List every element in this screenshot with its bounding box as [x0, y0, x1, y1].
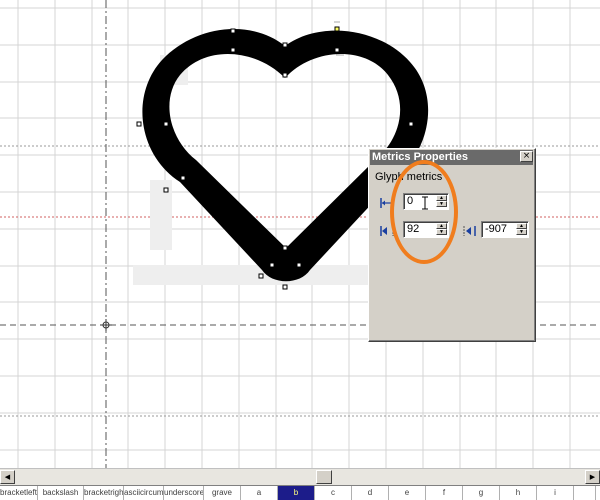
panel-title[interactable]: Metrics Properties [370, 150, 533, 165]
scroll-thumb[interactable] [316, 470, 332, 484]
glyph-cell-g[interactable]: g [463, 486, 500, 500]
left-arrow-icon: ◀ [4, 473, 11, 481]
glyph-cell-c[interactable]: c [315, 486, 352, 500]
horizontal-scrollbar[interactable]: ◀ ▶ [0, 468, 600, 485]
glyph-cell-b[interactable]: b [278, 486, 315, 500]
glyph-cell-d[interactable]: d [352, 486, 389, 500]
scroll-right-button[interactable]: ▶ [585, 470, 600, 484]
orange-highlight-circle [390, 160, 458, 264]
origin-icon [100, 319, 112, 331]
glyph-cell-f[interactable]: f [426, 486, 463, 500]
glyph-cell-bracketleft[interactable]: bracketleft [0, 486, 38, 500]
right-arrow-icon: ▶ [589, 473, 596, 481]
glyph-cell-backslash[interactable]: backslash [38, 486, 84, 500]
width-spinner[interactable]: ▲ ▼ [516, 223, 527, 236]
glyph-cell-grave[interactable]: grave [204, 486, 241, 500]
glyph-cell-a[interactable]: a [241, 486, 278, 500]
glyph-cell-h[interactable]: h [500, 486, 537, 500]
advance-width-icon [463, 226, 476, 236]
advance-width-field[interactable]: -907 ▲ ▼ [481, 221, 529, 238]
glyph-cell-underscore[interactable]: underscore [164, 486, 204, 500]
glyph-cell-asciicircum[interactable]: asciicircum [124, 486, 164, 500]
glyph-cell-empty[interactable] [574, 486, 596, 500]
glyph-cell-i[interactable]: i [537, 486, 574, 500]
glyph-cell-e[interactable]: e [389, 486, 426, 500]
width-value: -907 [485, 223, 508, 235]
glyph-strip: bracketleft backslash bracketright asciicir… [0, 485, 600, 500]
glyph-cell-bracketright[interactable]: bracketright [84, 486, 124, 500]
metrics-properties-panel: Metrics Properties × Glyph metrics 0 ▲ ▼… [368, 148, 536, 342]
scroll-left-button[interactable]: ◀ [0, 470, 15, 484]
close-icon: × [522, 151, 531, 161]
close-button[interactable]: × [520, 151, 533, 162]
spin-down-icon[interactable]: ▼ [516, 229, 527, 235]
